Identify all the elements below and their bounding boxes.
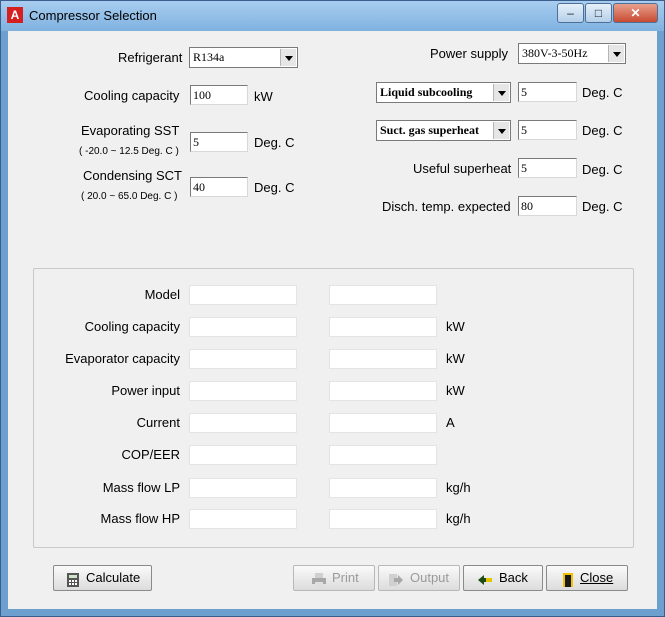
result-value-field: [189, 381, 297, 401]
result-value-field: [189, 317, 297, 337]
minimize-button[interactable]: –: [557, 3, 584, 23]
result-value-field: [189, 445, 297, 465]
back-arrow-icon: [478, 571, 492, 585]
discharge-temp-input[interactable]: 80: [518, 196, 577, 216]
title-bar[interactable]: A Compressor Selection – □ ✕: [1, 1, 664, 31]
calculator-icon: [66, 571, 80, 587]
suction-superheat-select[interactable]: Suct. gas superheat: [376, 120, 511, 141]
result-value-field-secondary: [329, 445, 437, 465]
result-value-field-secondary: [329, 349, 437, 369]
app-logo-icon: A: [7, 7, 23, 23]
power-supply-value: 380V-3-50Hz: [522, 46, 588, 60]
calculate-button[interactable]: Calculate: [53, 565, 152, 591]
result-value-field: [189, 509, 297, 529]
result-unit: kg/h: [446, 511, 471, 526]
result-value-field: [189, 349, 297, 369]
calculate-label: Calculate: [86, 570, 141, 585]
print-button[interactable]: Print: [293, 565, 375, 591]
discharge-temp-label: Disch. temp. expected: [382, 199, 511, 214]
liquid-subcooling-unit: Deg. C: [582, 85, 623, 100]
liquid-subcooling-select[interactable]: Liquid subcooling: [376, 82, 511, 103]
result-value-field-secondary: [329, 317, 437, 337]
result-value-field: [189, 285, 297, 305]
result-value-field: [189, 413, 297, 433]
evaporating-sst-unit: Deg. C: [254, 135, 295, 150]
result-unit: kW: [446, 351, 465, 366]
printer-icon: [312, 571, 326, 587]
power-supply-label: Power supply: [430, 46, 509, 61]
chevron-down-icon[interactable]: [493, 122, 509, 139]
condensing-sct-unit: Deg. C: [254, 180, 295, 195]
chevron-down-icon[interactable]: [280, 49, 296, 66]
power-supply-select[interactable]: 380V-3-50Hz: [518, 43, 626, 64]
evaporating-range-label: ( -20.0 ~ 12.5 Deg. C ): [79, 146, 179, 157]
result-unit: kg/h: [446, 480, 471, 495]
condensing-sct-input[interactable]: 40: [190, 177, 248, 197]
result-label: Model: [144, 287, 180, 302]
chevron-down-icon[interactable]: [493, 84, 509, 101]
refrigerant-select[interactable]: R134a: [189, 47, 298, 68]
result-label: Cooling capacity: [84, 319, 180, 334]
useful-superheat-label: Useful superheat: [413, 161, 512, 176]
result-value-field-secondary: [329, 285, 437, 305]
condensing-range-label: ( 20.0 ~ 65.0 Deg. C ): [81, 191, 178, 202]
result-label: COP/EER: [121, 447, 180, 462]
compressor-selection-window: A Compressor Selection – □ ✕ Refrigerant…: [0, 0, 665, 617]
refrigerant-label: Refrigerant: [118, 50, 183, 65]
result-value-field-secondary: [329, 509, 437, 529]
evaporating-sst-input[interactable]: 5: [190, 132, 248, 152]
window-title: Compressor Selection: [29, 8, 157, 23]
back-label: Back: [499, 570, 528, 585]
close-label: Close: [580, 570, 614, 585]
cooling-capacity-label: Cooling capacity: [84, 88, 180, 103]
chevron-down-icon[interactable]: [608, 45, 624, 62]
result-unit: A: [446, 415, 455, 430]
print-label: Print: [332, 570, 359, 585]
cooling-capacity-unit: kW: [254, 89, 273, 104]
useful-superheat-input[interactable]: 5: [518, 158, 577, 178]
maximize-button[interactable]: □: [585, 3, 612, 23]
useful-superheat-unit: Deg. C: [582, 162, 623, 177]
result-label: Current: [136, 415, 180, 430]
liquid-subcooling-input[interactable]: 5: [518, 82, 577, 102]
refrigerant-value: R134a: [193, 50, 225, 64]
evaporating-sst-label: Evaporating SST: [81, 123, 180, 138]
output-arrow-icon: [389, 571, 403, 586]
results-panel: Model Cooling capacity kW Evaporator capaci…: [33, 268, 634, 548]
result-unit: kW: [446, 319, 465, 334]
back-button[interactable]: Back: [463, 565, 543, 591]
output-button[interactable]: Output: [378, 565, 460, 591]
suction-superheat-unit: Deg. C: [582, 123, 623, 138]
result-label: Mass flow LP: [102, 480, 180, 495]
result-value-field-secondary: [329, 381, 437, 401]
suction-superheat-option: Suct. gas superheat: [380, 123, 480, 137]
condensing-sct-label: Condensing SCT: [83, 168, 182, 183]
result-value-field-secondary: [329, 478, 437, 498]
discharge-temp-unit: Deg. C: [582, 199, 623, 214]
result-label: Mass flow HP: [100, 511, 180, 526]
cooling-capacity-input[interactable]: 100: [190, 85, 248, 105]
result-label: Power input: [111, 383, 180, 398]
form-area: Refrigerant R134a Cooling capacity 100 k…: [8, 31, 657, 609]
result-unit: kW: [446, 383, 465, 398]
output-label: Output: [410, 570, 450, 585]
result-label: Evaporator capacity: [65, 351, 180, 366]
liquid-subcooling-option: Liquid subcooling: [380, 85, 473, 99]
result-value-field: [189, 478, 297, 498]
door-exit-icon: [561, 571, 575, 587]
suction-superheat-input[interactable]: 5: [518, 120, 577, 140]
close-window-button[interactable]: ✕: [613, 3, 658, 23]
close-button[interactable]: Close: [546, 565, 628, 591]
result-value-field-secondary: [329, 413, 437, 433]
